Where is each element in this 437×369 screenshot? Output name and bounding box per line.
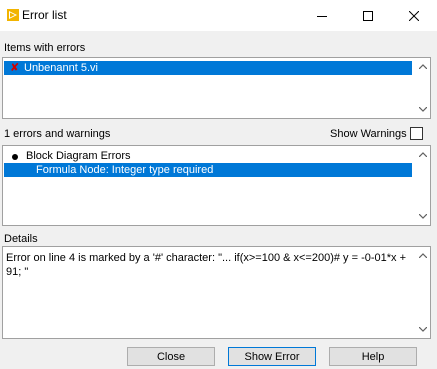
details-scrollbar[interactable]	[415, 247, 430, 338]
help-button[interactable]: Help	[329, 347, 417, 366]
items-scrollbar[interactable]	[415, 58, 430, 118]
scroll-up-icon[interactable]	[415, 147, 430, 162]
details-text: Error on line 4 is marked by a '#' chara…	[6, 252, 407, 278]
items-with-errors-label: Items with errors	[4, 42, 86, 54]
error-group-row[interactable]: Block Diagram Errors	[4, 149, 412, 163]
bullet-icon	[12, 154, 18, 160]
scroll-down-icon[interactable]	[415, 209, 430, 224]
show-warnings-label: Show Warnings	[330, 128, 407, 140]
window-title: Error list	[22, 8, 67, 22]
title-bar: Error list	[0, 0, 437, 31]
error-entry-row[interactable]: Formula Node: Integer type required	[4, 163, 412, 177]
labview-app-icon	[7, 9, 19, 21]
errors-scrollbar[interactable]	[415, 146, 430, 225]
scroll-up-icon[interactable]	[415, 59, 430, 74]
items-list[interactable]: ✘ Unbenannt 5.vi	[2, 57, 431, 119]
list-item[interactable]: ✘ Unbenannt 5.vi	[4, 61, 412, 75]
error-group-label: Block Diagram Errors	[26, 150, 131, 162]
error-list-window: Error list Items with errors ✘ Unbenannt…	[0, 0, 437, 369]
errors-list[interactable]: Block Diagram Errors Formula Node: Integ…	[2, 145, 431, 226]
scroll-down-icon[interactable]	[415, 322, 430, 337]
error-entry-label: Formula Node: Integer type required	[36, 164, 214, 176]
show-error-button[interactable]: Show Error	[228, 347, 316, 366]
scroll-down-icon[interactable]	[415, 102, 430, 117]
error-x-icon: ✘	[10, 62, 20, 74]
details-label: Details	[4, 233, 38, 245]
details-box[interactable]: Error on line 4 is marked by a '#' chara…	[2, 246, 431, 339]
minimize-icon	[317, 15, 327, 17]
errors-count-label: 1 errors and warnings	[4, 128, 111, 140]
maximize-button[interactable]	[345, 0, 391, 31]
maximize-icon	[363, 10, 373, 21]
item-label: Unbenannt 5.vi	[24, 62, 98, 74]
minimize-button[interactable]	[299, 0, 345, 31]
close-button[interactable]: Close	[127, 347, 215, 366]
close-window-button[interactable]	[391, 0, 437, 31]
show-warnings-checkbox[interactable]	[410, 127, 423, 140]
scroll-up-icon[interactable]	[415, 248, 430, 263]
close-icon	[409, 10, 419, 21]
